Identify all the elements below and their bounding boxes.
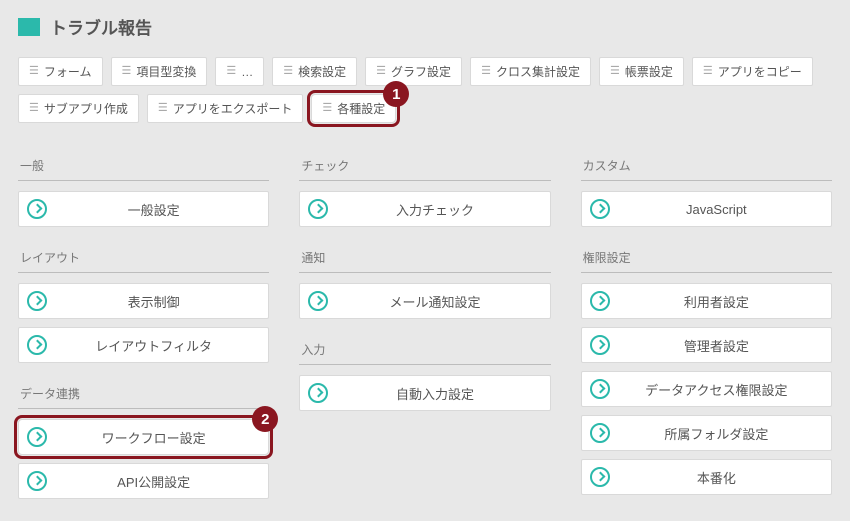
arrow-icon: [308, 383, 328, 403]
item-api-publish-settings[interactable]: API公開設定: [18, 463, 269, 499]
arrow-icon: [308, 291, 328, 311]
tab-type-convert[interactable]: ☰ 項目型変換: [111, 57, 208, 86]
item-user-settings[interactable]: 利用者設定: [581, 283, 832, 319]
list-icon: ☰: [29, 66, 39, 77]
list-icon: ☰: [283, 66, 293, 77]
section-general: 一般: [18, 153, 269, 181]
list-icon: ☰: [703, 66, 713, 77]
tab-label: アプリをコピー: [718, 63, 802, 80]
item-production[interactable]: 本番化: [581, 459, 832, 495]
tab-label: アプリをエクスポート: [173, 100, 293, 117]
arrow-icon: [590, 335, 610, 355]
item-javascript[interactable]: JavaScript: [581, 191, 832, 227]
item-label: 表示制御: [47, 292, 260, 311]
list-icon: ☰: [29, 103, 39, 114]
arrow-icon: [590, 199, 610, 219]
section-custom: カスタム: [581, 153, 832, 181]
tab-label: サブアプリ作成: [44, 100, 128, 117]
col-left: 一般 一般設定 レイアウト 表示制御 レイアウトフィルタ データ連携 ワークフロ…: [18, 153, 269, 507]
tab-label: 検索設定: [298, 63, 346, 80]
section-input: 入力: [299, 337, 550, 365]
item-input-check[interactable]: 入力チェック: [299, 191, 550, 227]
item-label: ワークフロー設定: [47, 428, 260, 447]
item-workflow-settings[interactable]: ワークフロー設定 2: [18, 419, 269, 455]
annotation-badge-2: 2: [252, 406, 278, 432]
col-middle: チェック 入力チェック 通知 メール通知設定 入力 自動入力設定: [299, 153, 550, 507]
item-label: 自動入力設定: [328, 384, 541, 403]
arrow-icon: [27, 291, 47, 311]
list-icon: ☰: [322, 103, 332, 114]
settings-columns: 一般 一般設定 レイアウト 表示制御 レイアウトフィルタ データ連携 ワークフロ…: [18, 153, 832, 507]
arrow-icon: [27, 335, 47, 355]
item-label: 入力チェック: [328, 200, 541, 219]
item-layout-filter[interactable]: レイアウトフィルタ: [18, 327, 269, 363]
item-mail-notify-settings[interactable]: メール通知設定: [299, 283, 550, 319]
tab-label: 項目型変換: [136, 63, 196, 80]
section-permission: 権限設定: [581, 245, 832, 273]
tab-cross-tab-settings[interactable]: ☰ クロス集計設定: [470, 57, 591, 86]
arrow-icon: [590, 467, 610, 487]
list-icon: ☰: [610, 66, 620, 77]
arrow-icon: [27, 471, 47, 491]
annotation-badge-1: 1: [383, 81, 409, 107]
item-label: API公開設定: [47, 472, 260, 491]
tab-label: フォーム: [44, 63, 92, 80]
tab-copy-app[interactable]: ☰ アプリをコピー: [692, 57, 813, 86]
tab-export-app[interactable]: ☰ アプリをエクスポート: [147, 94, 304, 123]
item-folder-settings[interactable]: 所属フォルダ設定: [581, 415, 832, 451]
item-display-control[interactable]: 表示制御: [18, 283, 269, 319]
tab-label: 各種設定: [337, 100, 385, 117]
item-general-settings[interactable]: 一般設定: [18, 191, 269, 227]
list-icon: ☰: [376, 66, 386, 77]
page-header: トラブル報告: [18, 14, 832, 39]
section-notify: 通知: [299, 245, 550, 273]
item-auto-input-settings[interactable]: 自動入力設定: [299, 375, 550, 411]
item-label: データアクセス権限設定: [610, 380, 823, 399]
item-label: 本番化: [610, 468, 823, 487]
tab-create-subapp[interactable]: ☰ サブアプリ作成: [18, 94, 139, 123]
tab-graph-settings[interactable]: ☰ グラフ設定: [365, 57, 462, 86]
item-data-access-permission[interactable]: データアクセス権限設定: [581, 371, 832, 407]
arrow-icon: [590, 291, 610, 311]
item-label: 利用者設定: [610, 292, 823, 311]
window-icon: [18, 18, 40, 36]
arrow-icon: [590, 379, 610, 399]
item-label: 一般設定: [47, 200, 260, 219]
tab-label: 帳票設定: [625, 63, 673, 80]
tab-bar: ☰フォーム ☰項目型変換 ☰… ☰検索設定 ☰グラフ設定 ☰クロス集計設定 ☰帳…: [18, 57, 832, 123]
tab-search-settings[interactable]: ☰ 検索設定: [272, 57, 357, 86]
arrow-icon: [308, 199, 328, 219]
col-right: カスタム JavaScript 権限設定 利用者設定 管理者設定 データアクセス…: [581, 153, 832, 507]
list-icon: ☰: [122, 66, 132, 77]
page-title: トラブル報告: [50, 14, 152, 39]
item-label: JavaScript: [610, 202, 823, 217]
item-label: メール通知設定: [328, 292, 541, 311]
list-icon: ☰: [158, 103, 168, 114]
tab-form[interactable]: ☰ フォーム: [18, 57, 103, 86]
item-label: 管理者設定: [610, 336, 823, 355]
arrow-icon: [590, 423, 610, 443]
tab-label: クロス集計設定: [496, 63, 580, 80]
list-icon: ☰: [481, 66, 491, 77]
arrow-icon: [27, 199, 47, 219]
item-admin-settings[interactable]: 管理者設定: [581, 327, 832, 363]
section-check: チェック: [299, 153, 550, 181]
section-layout: レイアウト: [18, 245, 269, 273]
section-data-link: データ連携: [18, 381, 269, 409]
tab-label: …: [241, 65, 253, 79]
item-label: レイアウトフィルタ: [47, 336, 260, 355]
tab-various-settings[interactable]: ☰ 各種設定 1: [311, 94, 396, 123]
arrow-icon: [27, 427, 47, 447]
item-label: 所属フォルダ設定: [610, 424, 823, 443]
tab-label: グラフ設定: [391, 63, 451, 80]
list-icon: ☰: [226, 66, 236, 77]
tab-report-settings[interactable]: ☰ 帳票設定: [599, 57, 684, 86]
tab-more[interactable]: ☰…: [215, 57, 264, 86]
